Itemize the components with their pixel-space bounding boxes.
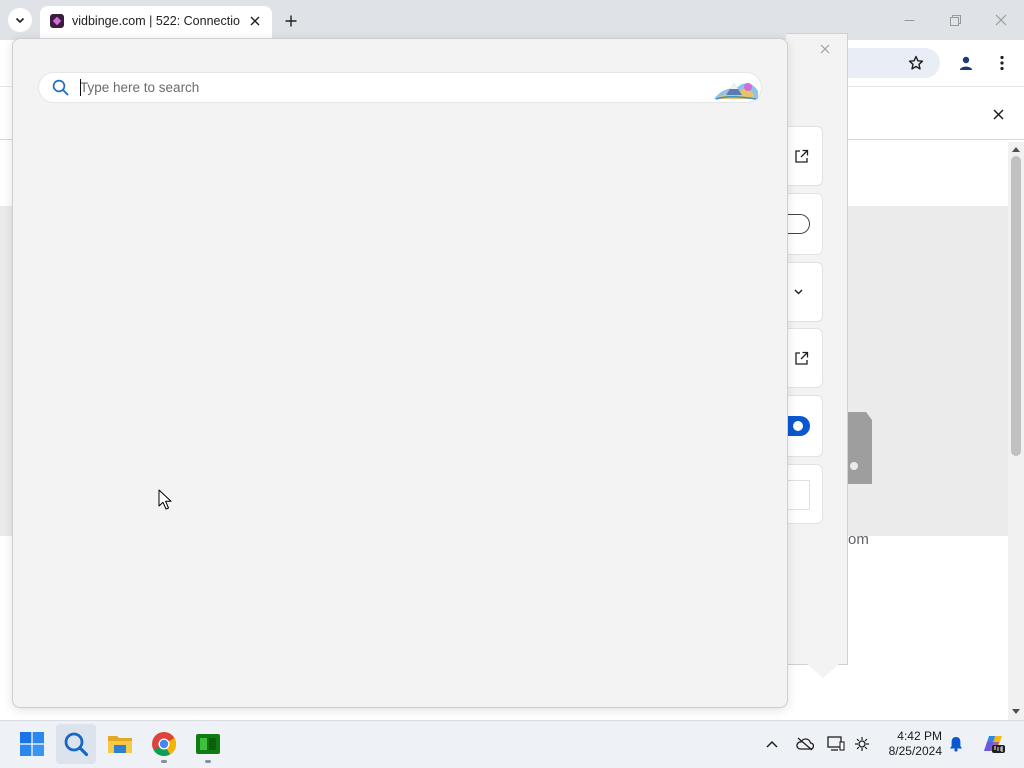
document-icon [846,412,872,484]
triangle-down-icon [1012,708,1020,714]
chevron-down-icon [791,285,805,299]
green-app-icon [196,734,220,754]
infobar-close-button[interactable] [988,104,1008,124]
search-icon [52,79,69,96]
bubble-pointer [807,664,839,678]
network-button[interactable] [852,733,872,755]
vidbinge-favicon-icon [50,14,64,28]
onedrive-offline-icon [796,737,814,751]
search-input[interactable] [80,77,700,98]
star-icon [908,55,924,70]
display-icon [827,736,845,751]
file-explorer-button[interactable] [100,724,140,764]
network-icon [855,737,869,751]
green-app-taskbar-button[interactable] [188,724,228,764]
minimize-button[interactable] [897,8,921,32]
show-hidden-icons-button[interactable] [762,733,782,755]
notification-bell-icon [950,737,962,752]
search-highlight-image[interactable] [712,75,760,101]
settings-text-field[interactable] [788,480,810,510]
new-tab-button[interactable] [280,10,302,32]
close-icon [992,108,1004,120]
kebab-icon [1000,55,1004,71]
close-icon [820,44,830,54]
search-icon [64,732,89,757]
folder-icon [108,736,132,753]
windows-logo-icon [20,732,44,756]
taskbar-search-button[interactable] [56,724,96,764]
bookmark-button[interactable] [904,51,928,75]
tab-close-button[interactable] [246,12,264,30]
text-caret [80,79,81,96]
scroll-up-button[interactable] [1010,144,1022,154]
copilot-button[interactable] [980,733,1006,755]
close-icon [250,16,260,26]
external-link-icon [792,147,810,165]
external-link-icon [792,349,810,367]
chevron-up-icon [766,740,778,748]
toggle-switch-off[interactable] [788,214,810,234]
notifications-button[interactable] [946,733,966,755]
toggle-switch-on[interactable] [788,416,810,436]
chevron-down-icon [15,17,25,24]
plus-icon [285,15,297,27]
tab-title: vidbinge.com | 522: Connection timed out [72,14,240,28]
running-indicator [205,760,211,763]
mouse-cursor [158,489,172,510]
close-icon [995,14,1007,26]
browser-tab[interactable]: vidbinge.com | 522: Connection timed out [40,6,272,40]
tab-search-button[interactable] [8,8,32,32]
profile-button[interactable] [954,51,978,75]
bubble-close-button[interactable] [816,40,834,58]
display-button[interactable] [826,733,846,755]
chrome-taskbar-button[interactable] [144,724,184,764]
onedrive-button[interactable] [795,733,815,755]
clock-time: 4:42 PM [897,729,942,743]
scroll-down-button[interactable] [1010,706,1022,716]
copilot-icon [984,736,1005,753]
scroll-thumb[interactable] [1011,156,1021,456]
clock-date: 8/25/2024 [888,744,942,758]
browser-menu-button[interactable] [990,51,1014,75]
start-button[interactable] [12,724,52,764]
chrome-icon [152,732,177,757]
restore-button[interactable] [943,8,967,32]
restore-icon [949,14,961,26]
person-icon [959,56,973,70]
close-window-button[interactable] [989,8,1013,32]
system-clock[interactable]: 4:42 PM 8/25/2024 [876,729,942,759]
page-partial-text: om [848,531,869,548]
minimize-icon [904,19,914,21]
running-indicator [161,760,167,763]
windows-search-flyout [12,38,788,708]
triangle-up-icon [1012,146,1020,152]
